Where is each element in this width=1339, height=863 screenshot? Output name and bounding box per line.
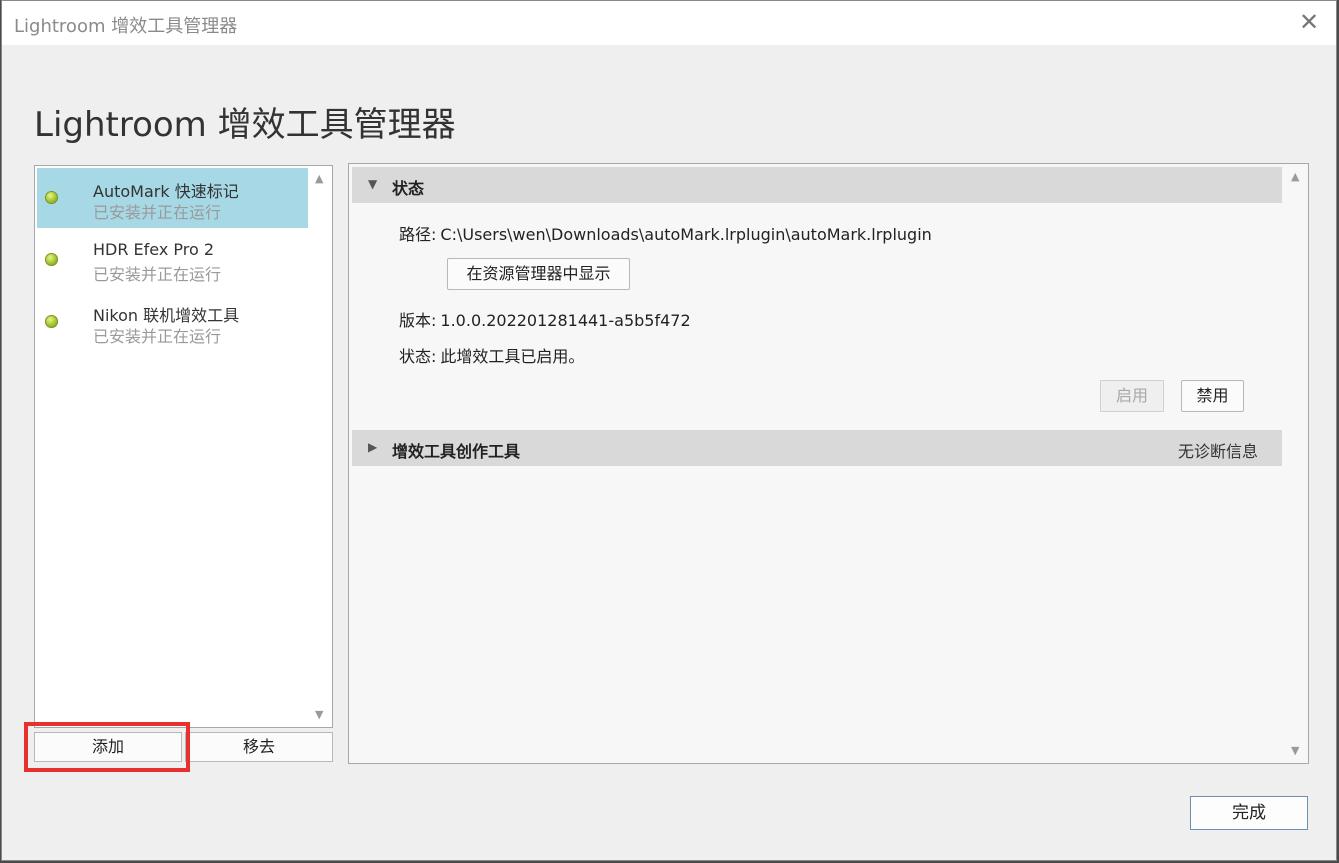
plugin-name: HDR Efex Pro 2 [93,240,215,259]
authoring-tools-section-header[interactable]: ▶ 增效工具创作工具 无诊断信息 [352,430,1282,466]
scroll-up-icon[interactable]: ▲ [315,172,323,185]
path-row: 路径: C:\Users\wen\Downloads\autoMark.lrplu… [399,221,932,245]
close-icon[interactable]: ✕ [1296,9,1322,35]
version-value: 1.0.0.202201281441-a5b5f472 [440,311,691,330]
plugin-details-panel: ▼ 状态 路径: C:\Users\wen\Downloads\autoMark.… [348,163,1309,764]
done-button[interactable]: 完成 [1190,796,1308,830]
plugin-manager-window: Lightroom 增效工具管理器 ✕ Lightroom 增效工具管理器 Au… [1,0,1337,861]
path-value: C:\Users\wen\Downloads\autoMark.lrplugin… [440,225,932,244]
window-title: Lightroom 增效工具管理器 [14,16,238,37]
version-row: 版本: 1.0.0.202201281441-a5b5f472 [399,307,691,331]
state-label: 状态: [399,347,437,366]
section-title: 增效工具创作工具 [392,442,521,461]
enable-button[interactable]: 启用 [1100,380,1164,412]
details-scrollbar[interactable]: ▲ ▼ [1286,164,1308,763]
page-title: Lightroom 增效工具管理器 [34,105,456,145]
plugin-item-hdr-efex[interactable]: HDR Efex Pro 2 已安装并正在运行 [37,230,308,290]
version-label: 版本: [399,311,437,330]
diagnostics-label: 无诊断信息 [1177,442,1258,461]
expand-triangle-icon[interactable]: ▶ [368,440,377,454]
path-label: 路径: [399,225,437,244]
show-in-explorer-button[interactable]: 在资源管理器中显示 [447,258,630,290]
plugin-list-scrollbar[interactable]: ▲ ▼ [310,166,332,727]
status-indicator-icon [45,253,58,266]
collapse-triangle-icon[interactable]: ▼ [368,177,377,191]
section-title: 状态 [392,179,425,198]
add-button[interactable]: 添加 [34,732,182,762]
status-indicator-icon [45,191,58,204]
status-section-header[interactable]: ▼ 状态 [352,167,1282,203]
plugin-list: AutoMark 快速标记 已安装并正在运行 HDR Efex Pro 2 已安… [34,165,333,728]
plugin-item-automark[interactable]: AutoMark 快速标记 已安装并正在运行 [37,168,308,228]
remove-button[interactable]: 移去 [185,732,333,762]
scroll-down-icon[interactable]: ▼ [1291,744,1299,757]
plugin-item-nikon[interactable]: Nikon 联机增效工具 已安装并正在运行 [37,292,308,352]
scroll-down-icon[interactable]: ▼ [315,708,323,721]
plugin-status: 已安装并正在运行 [93,265,222,284]
plugin-status: 已安装并正在运行 [93,327,222,346]
disable-button[interactable]: 禁用 [1181,380,1244,412]
status-indicator-icon [45,315,58,328]
plugin-status: 已安装并正在运行 [93,203,222,222]
state-value: 此增效工具已启用。 [440,347,585,366]
state-row: 状态: 此增效工具已启用。 [399,343,584,367]
scroll-up-icon[interactable]: ▲ [1291,170,1299,183]
title-bar: Lightroom 增效工具管理器 ✕ [2,1,1336,45]
